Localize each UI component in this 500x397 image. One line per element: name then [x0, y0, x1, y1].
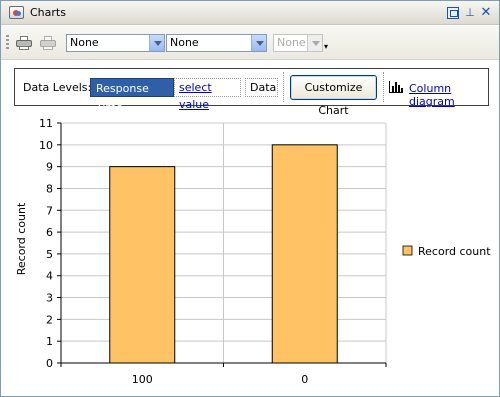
- divider: [283, 72, 284, 102]
- y-tick-label: 2: [46, 313, 53, 326]
- y-tick-label: 11: [39, 117, 53, 130]
- title-bar: Charts ⊥ ✕: [1, 1, 499, 25]
- level-data[interactable]: Data: [245, 78, 278, 97]
- y-tick-label: 4: [46, 270, 53, 283]
- y-tick-label: 3: [46, 292, 53, 305]
- pin-icon[interactable]: ⊥: [464, 7, 476, 19]
- x-tick-label: 100: [132, 373, 153, 386]
- window-title: Charts: [30, 6, 66, 19]
- toolbar-grip[interactable]: [6, 35, 9, 51]
- restore-icon[interactable]: [447, 7, 459, 19]
- y-tick-label: 9: [46, 161, 53, 174]
- y-tick-label: 1: [46, 335, 53, 348]
- chevron-down-icon[interactable]: [251, 35, 266, 51]
- level-select-3-value: None: [277, 36, 306, 49]
- level-select-3: None: [273, 34, 323, 52]
- legend: Record count: [402, 245, 491, 258]
- print-preview-icon[interactable]: [40, 36, 56, 50]
- data-levels-bar: Data Levels: Response Time select value …: [14, 68, 489, 117]
- bar-100: [109, 166, 176, 364]
- y-tick-label: 10: [39, 139, 53, 152]
- data-levels-label: Data Levels:: [23, 81, 92, 94]
- charts-window: Charts ⊥ ✕ None None None ▾ Data Levels:…: [0, 0, 500, 397]
- y-tick-label: 8: [46, 182, 53, 195]
- level-select-1-value: None: [70, 36, 99, 49]
- column-chart-icon[interactable]: [389, 81, 403, 93]
- divider: [383, 72, 384, 102]
- y-tick-label: 0: [46, 357, 53, 370]
- chevron-down-icon: [307, 35, 322, 51]
- y-axis-label: Record count: [15, 202, 28, 275]
- customize-chart-button[interactable]: Customize Chart: [290, 75, 377, 117]
- chevron-down-icon[interactable]: [149, 35, 164, 51]
- print-icon[interactable]: [16, 36, 32, 50]
- close-icon[interactable]: ✕: [480, 6, 492, 19]
- y-tick-label: 5: [46, 248, 53, 261]
- toolbar-overflow-icon[interactable]: ▾: [324, 42, 328, 51]
- level-select-2-value: None: [170, 36, 199, 49]
- legend-label: Record count: [418, 245, 491, 258]
- legend-swatch: [402, 245, 413, 256]
- level-select-2[interactable]: None: [166, 34, 267, 52]
- record-count-chart: 0 1 2 3 4 5 6 7 8 9 10 11 100 0 Record count Record c…: [15, 117, 491, 386]
- y-tick-label: 7: [46, 204, 53, 217]
- bar-0: [271, 144, 338, 364]
- level-response-time[interactable]: Response Time: [90, 78, 174, 114]
- y-tick-label: 6: [46, 226, 53, 239]
- level-select-1[interactable]: None: [66, 34, 165, 52]
- column-diagram-link[interactable]: Column diagram: [409, 82, 488, 108]
- select-value-link[interactable]: select value: [174, 78, 241, 111]
- chart-window-icon: [9, 6, 24, 19]
- toolbar: None None None ▾: [1, 26, 499, 60]
- x-tick-label: 0: [301, 373, 308, 386]
